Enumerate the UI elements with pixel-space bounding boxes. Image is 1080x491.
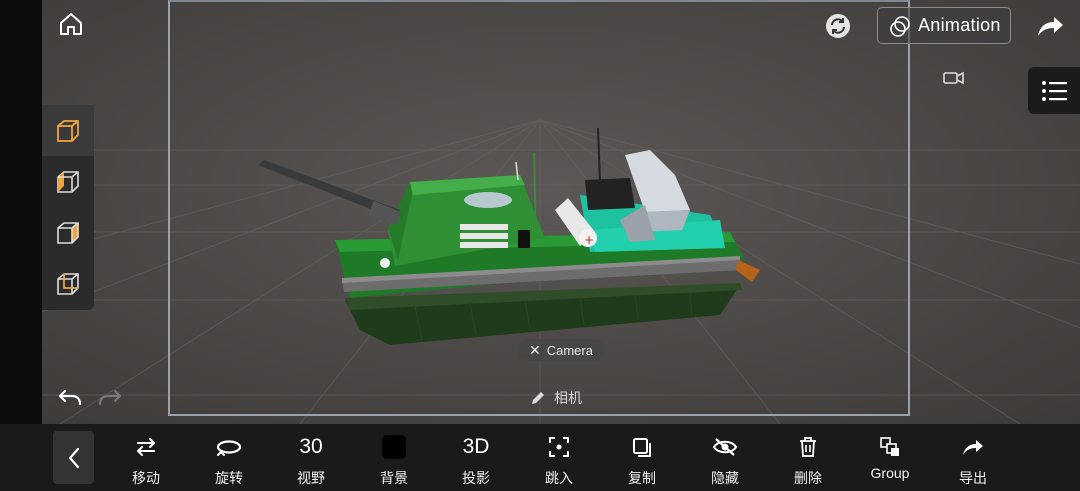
tool-hide-label: 隐藏 — [711, 470, 739, 486]
tool-export[interactable]: 导出 — [938, 424, 1008, 491]
camera-chip[interactable]: ✕ Camera — [517, 339, 605, 361]
tool-jump-in-label: 跳入 — [545, 470, 573, 486]
home-icon[interactable] — [55, 8, 87, 40]
group-icon — [880, 437, 899, 456]
left-edge-strip — [0, 0, 42, 424]
tool-background[interactable]: 背景 — [359, 424, 429, 491]
tool-delete-label: 删除 — [794, 470, 822, 486]
view-cube-right-button[interactable] — [42, 207, 94, 258]
cube-left-icon — [57, 170, 79, 193]
redo-icon[interactable] — [96, 386, 124, 408]
tool-projection-label: 投影 — [462, 470, 490, 486]
tool-move-label: 移动 — [132, 470, 160, 486]
view-cube-panel — [42, 105, 94, 310]
camera-chip-label: Camera — [546, 342, 593, 358]
back-button[interactable] — [53, 431, 94, 484]
tool-rotate-label: 旋转 — [215, 470, 243, 486]
tool-fov[interactable]: 30 视野 — [276, 424, 346, 491]
pencil-icon — [532, 392, 544, 404]
list-button[interactable] — [1028, 67, 1080, 114]
tool-jump-in[interactable]: 跳入 — [524, 424, 594, 491]
rotate-icon — [216, 440, 242, 456]
move-arrows-icon — [137, 438, 155, 456]
cube-front-icon — [57, 119, 79, 142]
tool-background-label: 背景 — [380, 470, 408, 486]
tool-projection[interactable]: 3D 投影 — [441, 424, 511, 491]
view-cube-back-button[interactable] — [42, 258, 94, 309]
tool-copy-label: 复制 — [628, 470, 656, 486]
animation-button[interactable]: Animation — [877, 7, 1011, 44]
camera-name-row[interactable]: 相机 — [530, 388, 582, 408]
undo-icon[interactable] — [56, 386, 84, 408]
projection-value: 3D — [462, 435, 490, 458]
black-square-icon — [382, 435, 406, 459]
cube-back-icon — [57, 272, 79, 295]
focus-icon — [549, 437, 569, 457]
animation-label: Animation — [918, 15, 1001, 35]
close-icon[interactable]: ✕ — [529, 342, 541, 359]
trash-icon — [800, 437, 816, 457]
share-icon[interactable] — [1034, 12, 1066, 40]
tool-delete[interactable]: 删除 — [773, 424, 843, 491]
chevron-left-icon — [68, 447, 79, 468]
view-cube-left-button[interactable] — [42, 156, 94, 207]
tool-hide[interactable]: 隐藏 — [690, 424, 760, 491]
view-cube-front-button[interactable] — [42, 105, 94, 156]
bottom-toolbar: 移动 旋转 30 视野 背景 3D 投影 跳入 复制 隐藏 删除 Group 导… — [0, 424, 1080, 491]
tool-export-label: 导出 — [959, 470, 987, 486]
tool-group[interactable]: Group — [855, 424, 925, 491]
export-icon — [963, 440, 983, 455]
animation-icon — [890, 15, 910, 37]
list-icon — [1042, 80, 1067, 101]
cube-right-icon — [57, 221, 79, 244]
fov-value: 30 — [299, 435, 323, 458]
tool-rotate[interactable]: 旋转 — [194, 424, 264, 491]
camera-name: 相机 — [554, 390, 582, 406]
tool-fov-label: 视野 — [297, 470, 325, 486]
tool-copy[interactable]: 复制 — [607, 424, 677, 491]
tool-group-label: Group — [870, 465, 910, 481]
refresh-icon[interactable] — [824, 12, 852, 40]
3d-viewport[interactable]: + Animation ✕ Camera 相机 — [0, 0, 1080, 424]
copy-icon — [633, 438, 651, 457]
eye-off-icon — [712, 438, 738, 456]
video-camera-icon[interactable] — [942, 68, 966, 88]
tool-move[interactable]: 移动 — [111, 424, 181, 491]
